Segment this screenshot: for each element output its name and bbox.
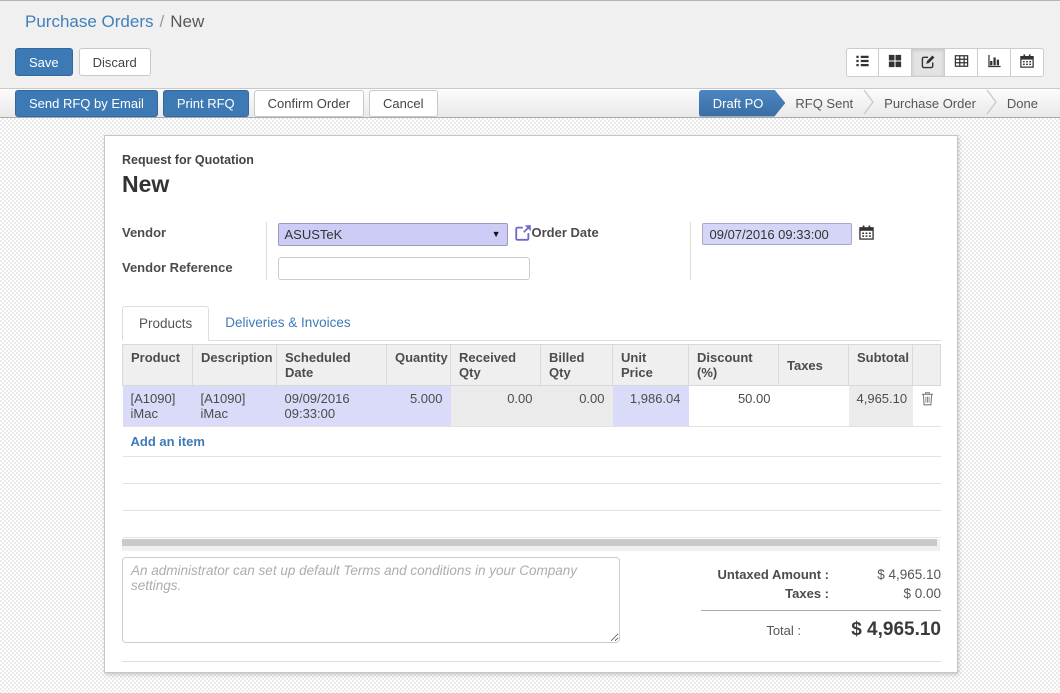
total-value: $ 4,965.10 — [801, 619, 941, 641]
cell-subtotal: 4,965.10 — [849, 386, 913, 427]
vendor-select[interactable]: ASUSTeK ▼ — [278, 223, 508, 246]
kanban-icon — [888, 54, 902, 71]
form-sheet: Request for Quotation New Vendor Vendor … — [104, 135, 958, 673]
order-date-input[interactable] — [702, 223, 852, 245]
order-lines-table: Product Description Scheduled Date Quant… — [122, 344, 941, 538]
discard-button[interactable]: Discard — [79, 48, 151, 76]
scrollbar-thumb[interactable] — [122, 539, 937, 546]
pivot-table-icon — [954, 54, 969, 71]
calendar-icon — [1020, 54, 1034, 71]
col-discount[interactable]: Discount (%) — [689, 345, 779, 386]
cell-description[interactable]: [A1090] iMac — [193, 386, 277, 427]
confirm-order-button[interactable]: Confirm Order — [254, 90, 364, 117]
col-billed-qty[interactable]: Billed Qty — [541, 345, 613, 386]
record-actions: Save Discard — [15, 48, 151, 76]
form-background: Request for Quotation New Vendor Vendor … — [0, 118, 1060, 693]
cell-unit-price[interactable]: 1,986.04 — [613, 386, 689, 427]
cell-product[interactable]: [A1090] iMac — [123, 386, 193, 427]
calendar-view-button[interactable] — [1011, 48, 1044, 77]
col-unit-price[interactable]: Unit Price — [613, 345, 689, 386]
save-button[interactable]: Save — [15, 48, 73, 76]
cell-billed-qty: 0.00 — [541, 386, 613, 427]
view-switcher — [846, 48, 1044, 77]
list-view-button[interactable] — [846, 48, 879, 77]
cell-discount[interactable]: 50.00 — [689, 386, 779, 427]
chevron-right-icon — [986, 89, 997, 118]
cancel-button[interactable]: Cancel — [369, 90, 437, 117]
empty-row — [123, 457, 941, 484]
cell-received-qty: 0.00 — [451, 386, 541, 427]
taxes-value: $ 0.00 — [829, 586, 941, 601]
col-quantity[interactable]: Quantity — [387, 345, 451, 386]
sheet-bottom-divider — [122, 661, 941, 662]
bar-chart-icon — [987, 54, 1002, 71]
col-scheduled-date[interactable]: Scheduled Date — [277, 345, 387, 386]
breadcrumb-current: New — [170, 12, 204, 31]
document-type-label: Request for Quotation — [122, 153, 941, 167]
untaxed-amount-label: Untaxed Amount : — [718, 567, 829, 582]
page-title: New — [122, 171, 941, 198]
breadcrumb-purchase-orders[interactable]: Purchase Orders — [25, 12, 154, 31]
vendor-reference-label: Vendor Reference — [122, 257, 266, 275]
delete-line-button[interactable] — [913, 386, 941, 427]
form-view-button[interactable] — [912, 48, 945, 77]
table-header-row: Product Description Scheduled Date Quant… — [123, 345, 941, 386]
external-link-icon[interactable] — [515, 224, 532, 244]
untaxed-amount-value: $ 4,965.10 — [829, 567, 941, 582]
vendor-value: ASUSTeK — [285, 227, 343, 242]
empty-row — [123, 484, 941, 511]
print-rfq-button[interactable]: Print RFQ — [163, 90, 249, 117]
col-product[interactable]: Product — [123, 345, 193, 386]
chevron-right-icon — [863, 89, 874, 118]
status-pipeline: Draft PO RFQ Sent Purchase Order Done — [699, 89, 1060, 118]
kanban-view-button[interactable] — [879, 48, 912, 77]
list-icon — [855, 54, 870, 71]
tab-products[interactable]: Products — [122, 306, 209, 341]
vendor-label: Vendor — [122, 222, 266, 240]
edit-form-icon — [921, 54, 936, 72]
pivot-view-button[interactable] — [945, 48, 978, 77]
add-item-row: Add an item — [123, 427, 941, 457]
cell-quantity[interactable]: 5.000 — [387, 386, 451, 427]
terms-textarea[interactable] — [122, 557, 620, 643]
order-date-label: Order Date — [532, 222, 690, 240]
workflow-buttons: Send RFQ by Email Print RFQ Confirm Orde… — [0, 90, 438, 117]
empty-row — [123, 511, 941, 538]
breadcrumb-separator: / — [160, 12, 165, 31]
add-an-item-link[interactable]: Add an item — [123, 427, 941, 457]
send-rfq-by-email-button[interactable]: Send RFQ by Email — [15, 90, 158, 117]
col-received-qty[interactable]: Received Qty — [451, 345, 541, 386]
notebook-tabs: Products Deliveries & Invoices — [122, 306, 941, 341]
cell-taxes[interactable] — [779, 386, 849, 427]
totals-divider — [701, 610, 941, 611]
col-description[interactable]: Description — [193, 345, 277, 386]
table-horizontal-scrollbar[interactable] — [122, 539, 940, 551]
terms-and-conditions — [122, 557, 620, 646]
status-bar: Send RFQ by Email Print RFQ Confirm Orde… — [0, 88, 1060, 118]
breadcrumb: Purchase Orders / New — [0, 1, 1060, 32]
col-subtotal[interactable]: Subtotal — [849, 345, 913, 386]
graph-view-button[interactable] — [978, 48, 1011, 77]
calendar-picker-icon[interactable] — [859, 225, 874, 243]
taxes-label: Taxes : — [785, 586, 829, 601]
footer-section: Untaxed Amount : $ 4,965.10 Taxes : $ 0.… — [122, 557, 941, 646]
total-label: Total : — [766, 623, 801, 638]
tab-deliveries-invoices[interactable]: Deliveries & Invoices — [209, 306, 366, 340]
trash-icon — [921, 394, 934, 409]
status-draft-po[interactable]: Draft PO — [699, 90, 786, 117]
totals-block: Untaxed Amount : $ 4,965.10 Taxes : $ 0.… — [661, 557, 941, 646]
col-actions — [913, 345, 941, 386]
col-taxes[interactable]: Taxes — [779, 345, 849, 386]
status-purchase-order[interactable]: Purchase Order — [874, 96, 986, 111]
status-rfq-sent[interactable]: RFQ Sent — [785, 96, 863, 111]
top-bar: Purchase Orders / New Save Discard — [0, 0, 1060, 88]
cell-scheduled-date[interactable]: 09/09/2016 09:33:00 — [277, 386, 387, 427]
status-done[interactable]: Done — [997, 96, 1048, 111]
field-group: Vendor Vendor Reference ASUSTeK ▼ — [122, 222, 941, 280]
select-arrow-icon: ▼ — [492, 229, 501, 239]
vendor-reference-input[interactable] — [278, 257, 530, 280]
table-row[interactable]: [A1090] iMac [A1090] iMac 09/09/2016 09:… — [123, 386, 941, 427]
